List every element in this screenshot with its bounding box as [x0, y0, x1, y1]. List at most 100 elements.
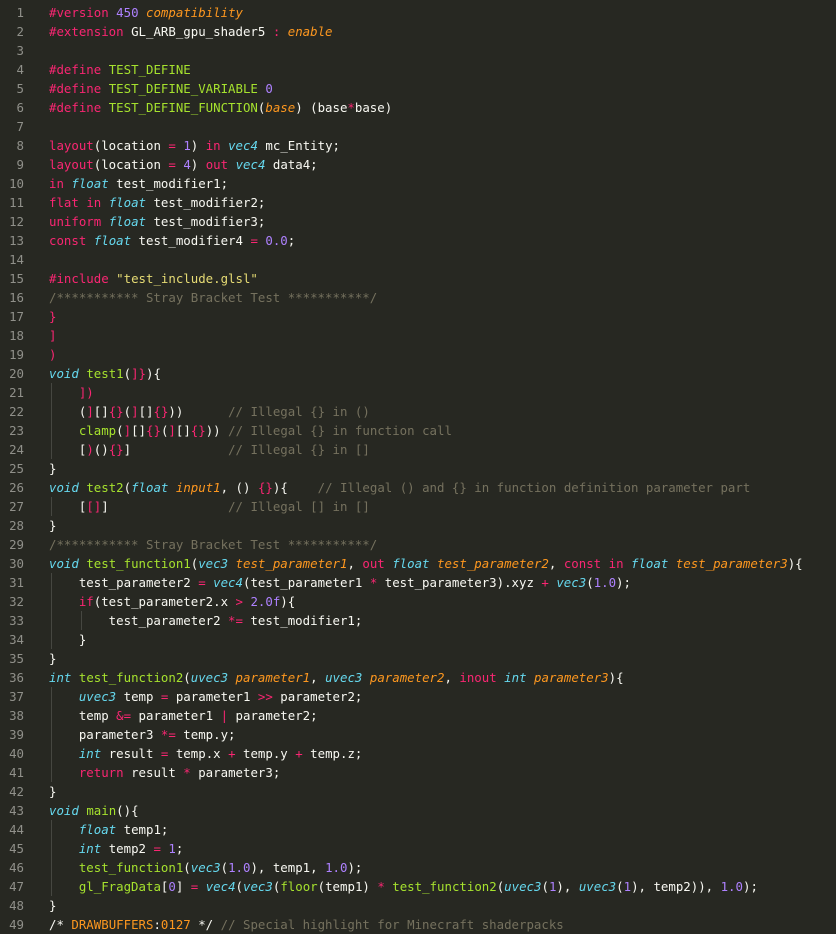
code-token: result	[101, 746, 161, 761]
code-line[interactable]: 33 test_parameter2 *= test_modifier1;	[0, 611, 836, 630]
code-line[interactable]: 43 void main(){	[0, 801, 836, 820]
code-line[interactable]: 29 /*********** Stray Bracket Test ******…	[0, 535, 836, 554]
code-line[interactable]: 25}	[0, 459, 836, 478]
code-line[interactable]: 11 flat in float test_modifier2;	[0, 193, 836, 212]
code-line[interactable]: 1 #version 450 compatibility	[0, 3, 836, 22]
code-token: void	[49, 803, 79, 818]
code-token: base)	[354, 100, 393, 115]
code-token: 0	[168, 879, 176, 894]
code-line[interactable]: 24 [)(){}] // Illegal {} in []	[0, 440, 836, 459]
code-line[interactable]: 5 #define TEST_DEFINE_VARIABLE 0	[0, 79, 836, 98]
code-token: vec3	[198, 556, 229, 571]
code-token: (){	[116, 803, 139, 818]
code-token: ,	[310, 670, 326, 685]
code-line[interactable]: 7	[0, 117, 836, 136]
code-line[interactable]: 20 void test1(]}){	[0, 364, 836, 383]
code-line[interactable]: 28}	[0, 516, 836, 535]
code-text: #version 450 compatibility	[24, 3, 243, 22]
code-line[interactable]: 39 parameter3 *= temp.y;	[0, 725, 836, 744]
code-line[interactable]: 21 ])	[0, 383, 836, 402]
code-line[interactable]: 37 uvec3 temp = parameter1 >> parameter2…	[0, 687, 836, 706]
code-line[interactable]: 32 if(test_parameter2.x > 2.0f){	[0, 592, 836, 611]
code-token: parameter2;	[272, 689, 363, 704]
code-line[interactable]: 16 /*********** Stray Bracket Test ******…	[0, 288, 836, 307]
code-text: [[]] // Illegal [] in []	[24, 497, 370, 516]
code-line[interactable]: 30 void test_function1(vec3 test_paramete…	[0, 554, 836, 573]
code-line[interactable]: 36 int test_function2(uvec3 parameter1, u…	[0, 668, 836, 687]
code-token: float	[71, 176, 109, 191]
code-text: int temp2 = 1;	[24, 839, 183, 858]
code-line[interactable]: 13 const float test_modifier4 = 0.0;	[0, 231, 836, 250]
code-token: >	[235, 594, 243, 609]
code-token: ), temp1,	[250, 860, 326, 875]
code-line[interactable]: 46 test_function1(vec3(1.0), temp1, 1.0)…	[0, 858, 836, 877]
code-token: 1	[168, 841, 176, 856]
code-line[interactable]: 42}	[0, 782, 836, 801]
code-token: 4	[183, 157, 191, 172]
code-token: in	[205, 138, 221, 153]
code-editor[interactable]: 1 #version 450 compatibility 2 #extension G…	[0, 0, 836, 934]
code-line[interactable]: 41 return result * parameter3;	[0, 763, 836, 782]
code-line[interactable]: 8 layout(location = 1) in vec4 mc_Entity;	[0, 136, 836, 155]
code-line[interactable]: 19)	[0, 345, 836, 364]
code-line[interactable]: 44 float temp1;	[0, 820, 836, 839]
code-line[interactable]: 18]	[0, 326, 836, 345]
line-number: 19	[9, 347, 24, 362]
code-line[interactable]: 38 temp &= parameter1 | parameter2;	[0, 706, 836, 725]
code-line[interactable]: 49/* DRAWBUFFERS:0127 */ // Special high…	[0, 915, 836, 934]
line-number: 44	[9, 822, 24, 837]
code-line[interactable]: 31 test_parameter2 = vec4(test_parameter…	[0, 573, 836, 592]
code-token: ){	[280, 594, 296, 609]
code-token: // Illegal [] in []	[228, 499, 370, 514]
code-token: }	[49, 632, 87, 647]
code-text: }	[24, 516, 56, 535]
code-line[interactable]: 22 (][]{}(][]{})) // Illegal {} in ()	[0, 402, 836, 421]
code-token: (	[220, 860, 229, 875]
code-text: void test1(]}){	[24, 364, 161, 383]
code-line[interactable]: 14	[0, 250, 836, 269]
code-line[interactable]: 12 uniform float test_modifier3;	[0, 212, 836, 231]
code-token: (	[116, 423, 124, 438]
code-line[interactable]: 40 int result = temp.x + temp.y + temp.z…	[0, 744, 836, 763]
code-line[interactable]: 3	[0, 41, 836, 60]
code-token: temp2	[101, 841, 154, 856]
code-line[interactable]: 17}	[0, 307, 836, 326]
code-token: (	[541, 879, 549, 894]
code-line[interactable]: 47 gl_FragData[0] = vec4(vec3(floor(temp…	[0, 877, 836, 896]
code-token: )	[190, 138, 206, 153]
code-line[interactable]: 27 [[]] // Illegal [] in []	[0, 497, 836, 516]
code-line[interactable]: 48}	[0, 896, 836, 915]
code-token: temp1;	[116, 822, 169, 837]
line-number: 47	[9, 879, 24, 894]
code-line[interactable]: 9 layout(location = 4) out vec4 data4;	[0, 155, 836, 174]
code-line[interactable]: 34 }	[0, 630, 836, 649]
code-line[interactable]: 6 #define TEST_DEFINE_FUNCTION(base) (bas…	[0, 98, 836, 117]
code-line[interactable]: 15 #include "test_include.glsl"	[0, 269, 836, 288]
code-token: (temp1)	[317, 879, 378, 894]
code-token: float	[131, 480, 169, 495]
code-token: // Special highlight for Minecraft shade…	[220, 917, 564, 932]
line-number: 8	[16, 138, 24, 153]
code-line[interactable]: 4 #define TEST_DEFINE	[0, 60, 836, 79]
code-line[interactable]: 10 in float test_modifier1;	[0, 174, 836, 193]
code-token: ){	[608, 670, 624, 685]
code-token: uvec3	[190, 670, 229, 685]
code-token: ,	[444, 670, 460, 685]
code-token: floor	[280, 879, 318, 894]
code-token: temp.x	[168, 746, 229, 761]
code-line[interactable]: 45 int temp2 = 1;	[0, 839, 836, 858]
code-token: )	[86, 442, 94, 457]
code-token: }	[49, 309, 57, 324]
code-line[interactable]: 2 #extension GL_ARB_gpu_shader5 : enable	[0, 22, 836, 41]
code-line[interactable]: 23 clamp(][]{}(][]{})) // Illegal {} in …	[0, 421, 836, 440]
code-token: 1	[623, 879, 632, 894]
code-line[interactable]: 35}	[0, 649, 836, 668]
code-line[interactable]: 26 void test2(float input1, () {}){ // Il…	[0, 478, 836, 497]
code-token: // Illegal () and {} in function definit…	[317, 480, 751, 495]
